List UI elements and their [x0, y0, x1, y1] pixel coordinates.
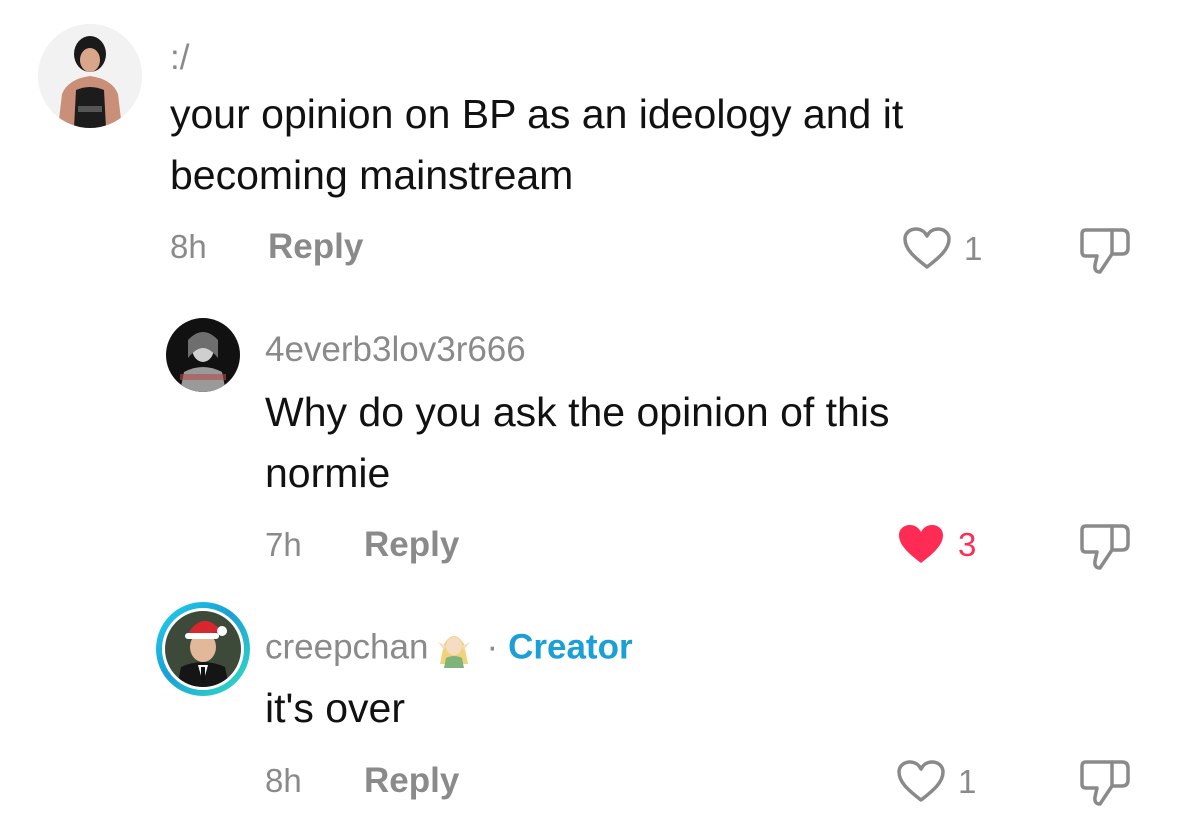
comment-text: Why do you ask the opinion of this normi… — [265, 382, 1085, 504]
like-button[interactable]: 1 — [896, 759, 976, 803]
reply-button[interactable]: Reply — [364, 763, 459, 798]
separator-dot: · — [486, 627, 499, 667]
thumbs-down-icon — [1080, 228, 1130, 274]
like-count: 3 — [958, 525, 977, 563]
elf-emoji-icon — [432, 624, 476, 674]
comment-timestamp: 8h — [265, 762, 302, 799]
dislike-button[interactable] — [1078, 226, 1134, 281]
comment-text: your opinion on BP as an ideology and it… — [170, 84, 1070, 206]
heart-outline-icon — [903, 227, 951, 269]
creator-badge: Creator — [508, 627, 633, 667]
comment-text-line: Why do you ask the opinion of this — [265, 389, 890, 435]
comment-text-line: your opinion on BP as an ideology and it — [170, 91, 904, 137]
comment-username-row: creepchan · Creator — [265, 624, 633, 674]
avatar — [162, 608, 244, 690]
comment-text-line: it's over — [265, 685, 405, 731]
avatar[interactable] — [166, 318, 240, 392]
comment-timestamp: 7h — [265, 526, 302, 563]
like-button[interactable]: 1 — [902, 226, 982, 270]
reply-button[interactable]: Reply — [364, 527, 459, 562]
like-button[interactable]: 3 — [896, 522, 976, 566]
comment-text-line: normie — [265, 450, 391, 496]
comment-text-line: becoming mainstream — [170, 152, 574, 198]
comment-timestamp: 8h — [170, 228, 207, 265]
like-count: 1 — [958, 762, 977, 800]
avatar-image — [166, 318, 240, 392]
creator-avatar-ring[interactable] — [156, 602, 250, 696]
heart-outline-icon — [897, 760, 945, 802]
comment-username[interactable]: :/ — [170, 40, 189, 75]
comment-username[interactable]: creepchan — [265, 627, 428, 666]
comment-text: it's over — [265, 678, 1085, 739]
like-count: 1 — [964, 229, 983, 267]
comment-reply-item: 4everb3lov3r666 Why do you ask the opini… — [0, 300, 1179, 590]
heart-filled-icon — [899, 525, 943, 563]
avatar[interactable] — [38, 24, 142, 128]
avatar-image — [38, 24, 142, 128]
reply-button[interactable]: Reply — [268, 229, 363, 264]
dislike-button[interactable] — [1078, 522, 1134, 577]
comment-item: :/ your opinion on BP as an ideology and… — [0, 0, 1179, 290]
comment-reply-item: creepchan · Creator it's over 8h Reply 1 — [0, 598, 1179, 823]
thumbs-down-icon — [1080, 760, 1130, 806]
thumbs-down-icon — [1080, 524, 1130, 570]
avatar-image — [165, 611, 241, 687]
dislike-button[interactable] — [1078, 758, 1134, 813]
comment-username[interactable]: 4everb3lov3r666 — [265, 332, 526, 367]
